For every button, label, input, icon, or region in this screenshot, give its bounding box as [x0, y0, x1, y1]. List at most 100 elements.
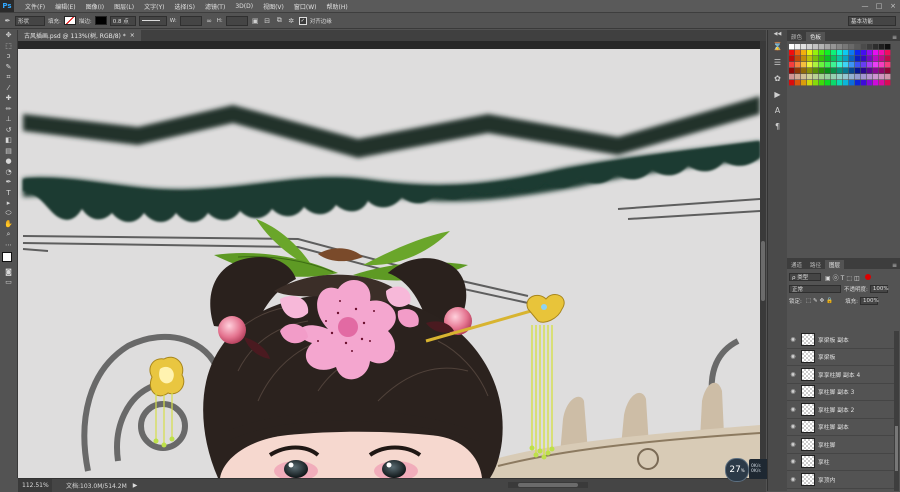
- swatch-cell[interactable]: [801, 44, 807, 50]
- menu-layer[interactable]: 图层(L): [109, 2, 139, 11]
- swatch-cell[interactable]: [879, 68, 885, 74]
- swatch-cell[interactable]: [795, 74, 801, 80]
- swatch-cell[interactable]: [813, 62, 819, 68]
- swatch-cell[interactable]: [801, 68, 807, 74]
- opacity-input[interactable]: 100%: [869, 285, 889, 293]
- fill-swatch[interactable]: [63, 16, 76, 25]
- swatch-cell[interactable]: [825, 80, 831, 86]
- swatch-cell[interactable]: [831, 50, 837, 56]
- swatch-cell[interactable]: [795, 62, 801, 68]
- swatch-cell[interactable]: [801, 62, 807, 68]
- swatch-cell[interactable]: [801, 50, 807, 56]
- horizontal-scroll-thumb[interactable]: [518, 483, 578, 487]
- swatch-cell[interactable]: [789, 56, 795, 62]
- swatch-cell[interactable]: [861, 50, 867, 56]
- pen-tool-preset-icon[interactable]: ✒: [3, 16, 12, 25]
- swatch-cell[interactable]: [873, 44, 879, 50]
- swatch-cell[interactable]: [837, 50, 843, 56]
- edit-toolbar-icon[interactable]: ⋯: [0, 240, 17, 251]
- canvas-horizontal-scrollbar[interactable]: [508, 482, 588, 488]
- document-tab[interactable]: 古风插画.psd @ 113%(树, RGB/8) * ×: [18, 30, 141, 41]
- swatch-cell[interactable]: [879, 44, 885, 50]
- stroke-swatch[interactable]: [94, 16, 107, 25]
- swatches-grid[interactable]: [789, 44, 893, 104]
- swatch-cell[interactable]: [807, 44, 813, 50]
- status-menu-arrow-icon[interactable]: ▶: [133, 482, 138, 489]
- swatch-cell[interactable]: [843, 74, 849, 80]
- layer-row[interactable]: ◉ 享梁板: [787, 349, 894, 366]
- swatch-cell[interactable]: [831, 68, 837, 74]
- artwork-canvas[interactable]: [18, 41, 760, 478]
- swatch-cell[interactable]: [831, 56, 837, 62]
- swatch-cell[interactable]: [855, 62, 861, 68]
- ellipse-tool-icon[interactable]: ⬭: [0, 209, 17, 220]
- swatch-cell[interactable]: [879, 62, 885, 68]
- swatch-cell[interactable]: [813, 80, 819, 86]
- swatch-cell[interactable]: [849, 80, 855, 86]
- swatch-cell[interactable]: [849, 44, 855, 50]
- eye-icon[interactable]: ◉: [787, 458, 799, 465]
- swatch-cell[interactable]: [825, 74, 831, 80]
- swatch-cell[interactable]: [885, 56, 891, 62]
- history-brush-tool-icon[interactable]: ↺: [0, 125, 17, 136]
- swatch-cell[interactable]: [879, 80, 885, 86]
- eye-icon[interactable]: ◉: [787, 353, 799, 360]
- eyedropper-tool-icon[interactable]: ⁄: [0, 83, 17, 94]
- speed-gauge[interactable]: 27%: [725, 458, 749, 482]
- workspace-select[interactable]: 基本功能: [848, 15, 896, 26]
- swatch-cell[interactable]: [849, 74, 855, 80]
- swatch-cell[interactable]: [789, 62, 795, 68]
- swatch-cell[interactable]: [813, 74, 819, 80]
- swatch-cell[interactable]: [813, 50, 819, 56]
- swatch-cell[interactable]: [819, 74, 825, 80]
- menu-type[interactable]: 文字(Y): [139, 2, 169, 11]
- swatch-cell[interactable]: [813, 44, 819, 50]
- swatch-cell[interactable]: [831, 44, 837, 50]
- zoom-level[interactable]: 112.51%: [18, 479, 52, 492]
- align-edges-checkbox[interactable]: ✓: [298, 16, 307, 25]
- link-icon[interactable]: ∞: [205, 16, 214, 25]
- swatch-cell[interactable]: [861, 68, 867, 74]
- swatch-cell[interactable]: [825, 68, 831, 74]
- dodge-tool-icon[interactable]: ◔: [0, 167, 17, 178]
- stroke-type-select[interactable]: [138, 15, 167, 26]
- swatch-cell[interactable]: [795, 68, 801, 74]
- swatch-cell[interactable]: [807, 80, 813, 86]
- layer-row[interactable]: ◉ 享柱脚 副本 2: [787, 401, 894, 419]
- collapse-strip-icon[interactable]: ◀◀: [768, 30, 787, 38]
- layers-menu-icon[interactable]: ≡: [892, 262, 897, 269]
- swatch-cell[interactable]: [879, 56, 885, 62]
- swatch-cell[interactable]: [885, 50, 891, 56]
- swatch-cell[interactable]: [867, 68, 873, 74]
- menu-filter[interactable]: 滤镜(T): [200, 2, 230, 11]
- swatch-cell[interactable]: [819, 80, 825, 86]
- eye-icon[interactable]: ◉: [787, 371, 799, 378]
- swatch-cell[interactable]: [873, 56, 879, 62]
- character-panel-icon[interactable]: A: [768, 102, 787, 118]
- blur-tool-icon[interactable]: ●: [0, 156, 17, 167]
- swatch-cell[interactable]: [801, 74, 807, 80]
- filter-toggle-icon[interactable]: [864, 274, 871, 280]
- layer-row[interactable]: ◉ 享享柱脚 副本 4: [787, 366, 894, 384]
- blend-mode-select[interactable]: 正常: [789, 285, 841, 293]
- eye-icon[interactable]: ◉: [787, 423, 799, 430]
- swatch-cell[interactable]: [849, 56, 855, 62]
- swatch-cell[interactable]: [831, 62, 837, 68]
- swatch-cell[interactable]: [843, 44, 849, 50]
- history-panel-icon[interactable]: ⌛: [768, 38, 787, 54]
- canvas-area[interactable]: [18, 41, 760, 478]
- path-selection-tool-icon[interactable]: ▸: [0, 198, 17, 209]
- swatch-cell[interactable]: [843, 50, 849, 56]
- tab-layers[interactable]: 图层: [825, 260, 845, 269]
- type-tool-icon[interactable]: T: [0, 188, 17, 199]
- quick-mask-icon[interactable]: ◙: [0, 267, 17, 278]
- fill-input[interactable]: 100%: [859, 297, 879, 305]
- layers-scrollbar[interactable]: [894, 331, 899, 491]
- swatch-cell[interactable]: [861, 56, 867, 62]
- menu-help[interactable]: 帮助(H): [322, 2, 353, 11]
- swatch-cell[interactable]: [885, 68, 891, 74]
- quick-select-tool-icon[interactable]: ✎: [0, 62, 17, 73]
- swatch-cell[interactable]: [813, 68, 819, 74]
- swatch-cell[interactable]: [837, 62, 843, 68]
- canvas-vertical-scrollbar[interactable]: [760, 41, 766, 478]
